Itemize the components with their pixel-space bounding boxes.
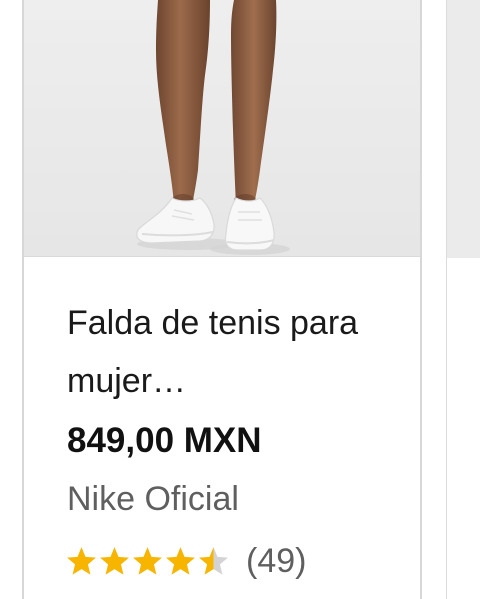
next-product-card-edge[interactable] — [444, 0, 480, 599]
next-product-image — [446, 0, 480, 258]
image-divider — [24, 256, 420, 257]
product-title[interactable]: Falda de tenis para mujer… — [67, 294, 387, 410]
product-price: 849,00 MXN — [67, 421, 262, 460]
review-count: (49) — [246, 542, 307, 580]
seller-name[interactable]: Nike Oficial — [67, 476, 239, 522]
star-full-icon — [67, 546, 96, 575]
rating[interactable]: (49) — [65, 536, 306, 586]
product-card[interactable]: Falda de tenis para mujer… 849,00 MXN Ni… — [24, 0, 422, 599]
star-full-icon — [100, 546, 129, 575]
product-image[interactable] — [24, 0, 420, 256]
star-half-icon — [199, 546, 228, 575]
product-photo-legs-white-sneakers — [24, 0, 420, 256]
star-full-icon — [166, 546, 195, 575]
previous-product-card-edge[interactable] — [0, 0, 24, 599]
star-full-icon — [133, 546, 162, 575]
carousel-viewport: Falda de tenis para mujer… 849,00 MXN Ni… — [0, 0, 480, 599]
next-card-border — [446, 258, 447, 599]
star-rating — [65, 545, 230, 578]
